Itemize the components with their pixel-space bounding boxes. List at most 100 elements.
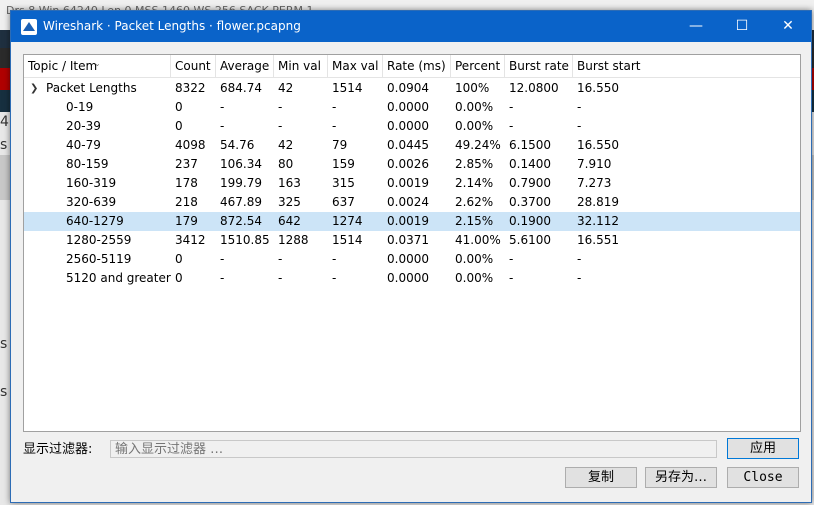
cell-burst-rate: 6.1500 [509, 138, 551, 152]
cell-count: 0 [175, 271, 183, 285]
cell-min: - [278, 271, 283, 285]
cell-rate: 0.0000 [387, 119, 429, 133]
cell-min: 163 [278, 176, 301, 190]
cell-min: 42 [278, 81, 294, 95]
cell-rate: 0.0371 [387, 233, 429, 247]
cell-burst-start: 16.550 [577, 81, 619, 95]
cell-min: 642 [278, 214, 301, 228]
cell-min: 42 [278, 138, 294, 152]
save-as-button[interactable]: 另存为… [645, 467, 717, 488]
cell-max: 79 [332, 138, 348, 152]
cell-percent: 0.00% [455, 100, 494, 114]
cell-average: 54.76 [220, 138, 255, 152]
column-header-percent[interactable]: Percent [451, 55, 505, 77]
column-header-max[interactable]: Max val [328, 55, 383, 77]
close-button[interactable]: Close [727, 467, 799, 488]
cell-burst-rate: - [509, 119, 514, 133]
column-header-burst-start[interactable]: Burst start [573, 55, 800, 77]
minimize-button[interactable]: — [673, 11, 719, 42]
cell-percent: 2.15% [455, 214, 494, 228]
cell-topic: 1280-2559 [66, 233, 132, 247]
cell-count: 8322 [175, 81, 206, 95]
cell-max: 1514 [332, 81, 363, 95]
cell-min: 325 [278, 195, 301, 209]
column-header-burst-rate[interactable]: Burst rate [505, 55, 573, 77]
table-row-parent[interactable]: ❯ Packet Lengths 8322 684.74 42 1514 0.0… [24, 79, 800, 98]
cell-percent: 0.00% [455, 119, 494, 133]
column-header-average[interactable]: Average [216, 55, 274, 77]
cell-average: 684.74 [220, 81, 262, 95]
packet-lengths-dialog: Wireshark · Packet Lengths · flower.pcap… [10, 10, 812, 503]
cell-count: 4098 [175, 138, 206, 152]
maximize-button[interactable]: ☐ [719, 11, 765, 42]
title-bar[interactable]: Wireshark · Packet Lengths · flower.pcap… [11, 11, 811, 42]
cell-count: 237 [175, 157, 198, 171]
background-char: s [0, 384, 8, 400]
cell-count: 0 [175, 100, 183, 114]
cell-count: 218 [175, 195, 198, 209]
table-row[interactable]: 1280-2559 3412 1510.85 1288 1514 0.0371 41.00%… [24, 231, 800, 250]
cell-average: - [220, 252, 225, 266]
cell-average: 199.79 [220, 176, 262, 190]
cell-min: - [278, 100, 283, 114]
cell-average: - [220, 100, 225, 114]
table-row[interactable]: 80-159 237 106.34 80 159 0.0026 2.85% 0.1400 7.9… [24, 155, 800, 174]
display-filter-label: 显示过滤器: [23, 442, 93, 457]
cell-min: 80 [278, 157, 294, 171]
cell-rate: 0.0000 [387, 271, 429, 285]
wireshark-icon [21, 19, 37, 35]
close-window-button[interactable]: ✕ [765, 11, 811, 42]
expand-chevron-icon[interactable]: ❯ [30, 79, 38, 98]
cell-burst-rate: - [509, 100, 514, 114]
table-row[interactable]: 20-39 0 - - - 0.0000 0.00% - - [24, 117, 800, 136]
cell-burst-start: 16.551 [577, 233, 619, 247]
table-row[interactable]: 2560-5119 0 - - - 0.0000 0.00% - - [24, 250, 800, 269]
cell-rate: 0.0026 [387, 157, 429, 171]
column-header-rate[interactable]: Rate (ms) [383, 55, 451, 77]
cell-percent: 100% [455, 81, 490, 95]
cell-burst-rate: 0.1900 [509, 214, 551, 228]
cell-topic: 20-39 [66, 119, 101, 133]
cell-rate: 0.0000 [387, 100, 429, 114]
display-filter-input[interactable] [110, 440, 717, 458]
cell-topic: 80-159 [66, 157, 109, 171]
table-row[interactable]: 5120 and greater 0 - - - 0.0000 0.00% - - [24, 269, 800, 288]
cell-topic: 160-319 [66, 176, 117, 190]
cell-burst-rate: - [509, 252, 514, 266]
table-row[interactable]: 0-19 0 - - - 0.0000 0.00% - - [24, 98, 800, 117]
table-row[interactable]: 40-79 4098 54.76 42 79 0.0445 49.24% 6.1500 16.5… [24, 136, 800, 155]
cell-average: 106.34 [220, 157, 262, 171]
cell-topic: 40-79 [66, 138, 101, 152]
apply-filter-button[interactable]: 应用 [727, 438, 799, 459]
cell-max: - [332, 100, 337, 114]
cell-max: - [332, 271, 337, 285]
cell-rate: 0.0019 [387, 214, 429, 228]
cell-max: 159 [332, 157, 355, 171]
cell-percent: 0.00% [455, 252, 494, 266]
column-header-min[interactable]: Min val [274, 55, 328, 77]
cell-rate: 0.0000 [387, 252, 429, 266]
cell-average: - [220, 119, 225, 133]
cell-percent: 2.85% [455, 157, 494, 171]
cell-burst-start: 16.550 [577, 138, 619, 152]
copy-button[interactable]: 复制 [565, 467, 637, 488]
cell-average: 872.54 [220, 214, 262, 228]
packet-lengths-tree[interactable]: ⌄ Topic / Item Count Average Min val Max… [23, 54, 801, 432]
background-char: s [0, 137, 8, 153]
sort-indicator-icon: ⌄ [94, 59, 101, 68]
table-row[interactable]: 640-1279 179 872.54 642 1274 0.0019 2.15% 0.190… [24, 212, 800, 231]
cell-rate: 0.0019 [387, 176, 429, 190]
cell-burst-rate: 0.1400 [509, 157, 551, 171]
cell-percent: 2.62% [455, 195, 494, 209]
cell-max: 637 [332, 195, 355, 209]
table-row[interactable]: 160-319 178 199.79 163 315 0.0019 2.14% 0.7900 7… [24, 174, 800, 193]
table-header: ⌄ Topic / Item Count Average Min val Max… [24, 55, 800, 78]
cell-rate: 0.0024 [387, 195, 429, 209]
table-row[interactable]: 320-639 218 467.89 325 637 0.0024 2.62% 0.3700 2… [24, 193, 800, 212]
cell-percent: 0.00% [455, 271, 494, 285]
column-header-count[interactable]: Count [171, 55, 216, 77]
column-header-topic[interactable]: ⌄ Topic / Item [24, 55, 171, 77]
cell-average: - [220, 271, 225, 285]
cell-burst-rate: 12.0800 [509, 81, 559, 95]
background-char: s [0, 336, 8, 352]
